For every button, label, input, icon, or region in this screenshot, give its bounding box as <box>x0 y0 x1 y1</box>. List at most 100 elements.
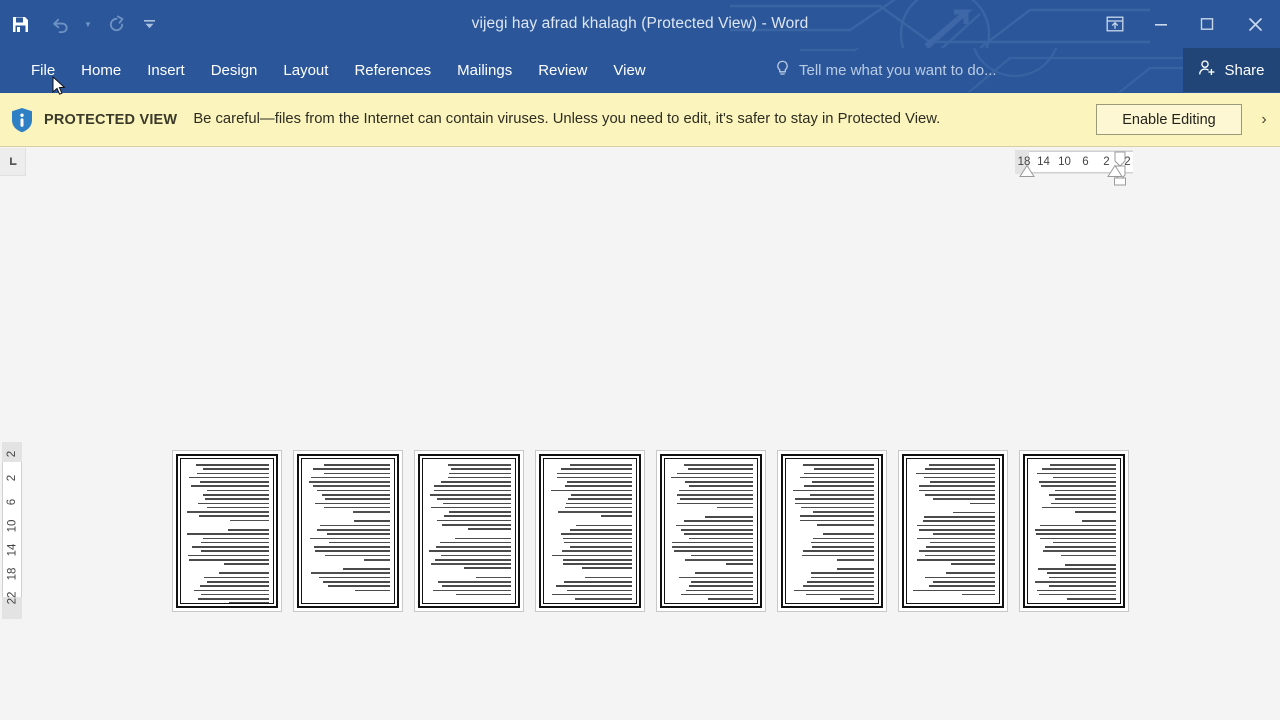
document-page-thumbnail[interactable] <box>172 450 282 612</box>
page-text-line <box>313 468 390 470</box>
page-text-line <box>792 489 874 492</box>
page-text-line <box>919 485 995 487</box>
quick-access-toolbar: ▼ <box>0 0 162 48</box>
page-text-line <box>556 476 632 479</box>
page-text-line <box>323 581 390 583</box>
vruler-tick: 22 <box>5 591 18 605</box>
page-text-line <box>352 511 390 513</box>
document-page-thumbnail[interactable] <box>414 450 524 612</box>
page-text-line <box>475 576 511 579</box>
mouse-cursor <box>52 76 66 95</box>
document-page-thumbnail[interactable] <box>535 450 645 612</box>
page-text-line <box>811 572 874 575</box>
page-text-line <box>223 563 269 565</box>
page-text-line <box>932 533 995 535</box>
tab-view[interactable]: View <box>600 48 658 92</box>
customize-quick-access-toolbar-chevron-down-icon[interactable] <box>136 6 162 42</box>
page-text-line <box>429 550 511 552</box>
page-text-line <box>188 554 269 557</box>
page-text-line <box>924 493 995 496</box>
tab-design[interactable]: Design <box>198 48 271 92</box>
page-text-line <box>322 493 390 496</box>
restore-icon[interactable] <box>1184 0 1230 48</box>
page-text-line <box>708 598 753 600</box>
page-text-line <box>929 541 995 544</box>
page-text-line <box>969 502 995 505</box>
protected-view-close-icon[interactable]: › <box>1254 110 1274 130</box>
page-text-line <box>228 528 269 531</box>
tell-me-placeholder: Tell me what you want to do... <box>799 61 997 79</box>
page-text-line <box>925 468 995 470</box>
page-text-line <box>363 558 390 561</box>
ribbon-tab-bar: File Home Insert Design Layout Reference… <box>0 48 1280 92</box>
ribbon-display-options-icon[interactable] <box>1092 0 1138 48</box>
page-text-line <box>550 489 632 492</box>
page-text-line <box>570 546 632 548</box>
minimize-icon[interactable] <box>1138 0 1184 48</box>
page-text-line <box>929 481 995 483</box>
undo-dropdown-chevron-down-icon[interactable]: ▼ <box>80 6 96 42</box>
page-text-line <box>310 476 390 479</box>
page-border-outer <box>902 454 1004 608</box>
page-text-line <box>354 589 390 592</box>
page-text-line <box>683 464 753 466</box>
save-icon[interactable] <box>0 6 40 42</box>
document-page-thumbnail[interactable] <box>777 450 887 612</box>
page-text-area <box>301 458 395 604</box>
page-text-line <box>448 472 511 475</box>
page-border-outer <box>176 454 278 608</box>
left-indent-marker[interactable] <box>1105 164 1125 180</box>
share-button[interactable]: Share <box>1183 48 1280 92</box>
document-page-thumbnail[interactable] <box>1019 450 1129 612</box>
page-text-line <box>673 550 753 552</box>
right-indent-marker[interactable] <box>1017 164 1037 180</box>
document-page-thumbnail[interactable] <box>898 450 1008 612</box>
tab-insert[interactable]: Insert <box>134 48 198 92</box>
tab-layout[interactable]: Layout <box>270 48 341 92</box>
page-text-line <box>689 585 753 587</box>
page-text-line <box>816 523 874 526</box>
page-text-line <box>953 511 995 514</box>
page-text-line <box>600 515 632 517</box>
redo-icon[interactable] <box>96 6 136 42</box>
page-text-line <box>328 585 390 587</box>
page-text-line <box>564 541 632 544</box>
page-text-line <box>809 493 874 496</box>
undo-icon[interactable] <box>40 6 80 42</box>
tab-home[interactable]: Home <box>68 48 134 92</box>
document-page-thumbnail[interactable] <box>656 450 766 612</box>
page-text-line <box>1055 498 1116 500</box>
page-text-line <box>823 533 874 535</box>
enable-editing-button[interactable]: Enable Editing <box>1096 104 1242 135</box>
tell-me-search[interactable]: Tell me what you want to do... <box>775 48 997 92</box>
page-text-line <box>561 550 632 552</box>
page-text-line <box>690 554 753 557</box>
page-text-line <box>354 520 390 522</box>
page-text-line <box>203 537 269 540</box>
tab-stop-selector[interactable] <box>0 148 26 176</box>
document-page-thumbnail[interactable] <box>293 450 403 612</box>
page-text-line <box>323 464 390 466</box>
page-text-line <box>430 563 511 565</box>
tab-references[interactable]: References <box>341 48 444 92</box>
page-text-line <box>1050 464 1116 466</box>
page-text-line <box>570 493 632 496</box>
page-text-line <box>1036 533 1116 535</box>
page-text-line <box>1060 554 1116 557</box>
page-text-line <box>684 481 753 483</box>
close-icon[interactable] <box>1230 0 1280 48</box>
page-text-line <box>800 515 874 517</box>
tab-review[interactable]: Review <box>525 48 600 92</box>
page-text-line <box>1034 528 1116 531</box>
document-pages[interactable] <box>172 450 1129 612</box>
page-text-line <box>430 493 511 496</box>
page-text-area <box>1027 458 1121 604</box>
tab-mailings[interactable]: Mailings <box>444 48 525 92</box>
page-text-line <box>1041 468 1116 470</box>
page-text-line <box>562 537 632 540</box>
page-text-line <box>1052 541 1116 544</box>
page-text-line <box>201 593 269 596</box>
vertical-ruler[interactable]: 2 2 6 10 14 18 22 <box>2 442 22 619</box>
page-text-line <box>726 563 753 565</box>
page-text-line <box>203 576 269 579</box>
